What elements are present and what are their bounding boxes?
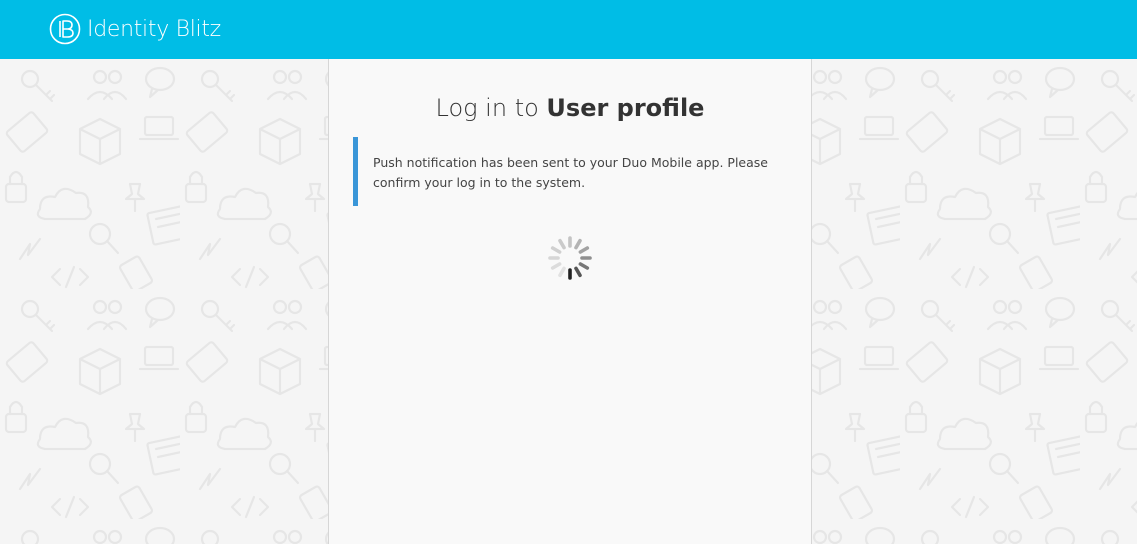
login-panel: Log in to User profile Push notification… [328,59,812,544]
page-title: Log in to User profile [329,94,811,122]
brand-name: Identity Blitz [87,16,221,42]
identity-blitz-logo-icon [49,13,81,45]
notice-text: Push notification has been sent to your … [373,155,768,190]
push-notification-message: Push notification has been sent to your … [353,137,773,206]
title-prefix: Log in to [435,94,539,122]
brand-logo[interactable]: Identity Blitz [49,12,221,46]
loading-spinner-icon [548,236,592,280]
top-bar: Identity Blitz [0,0,1137,59]
title-target: User profile [546,94,705,122]
